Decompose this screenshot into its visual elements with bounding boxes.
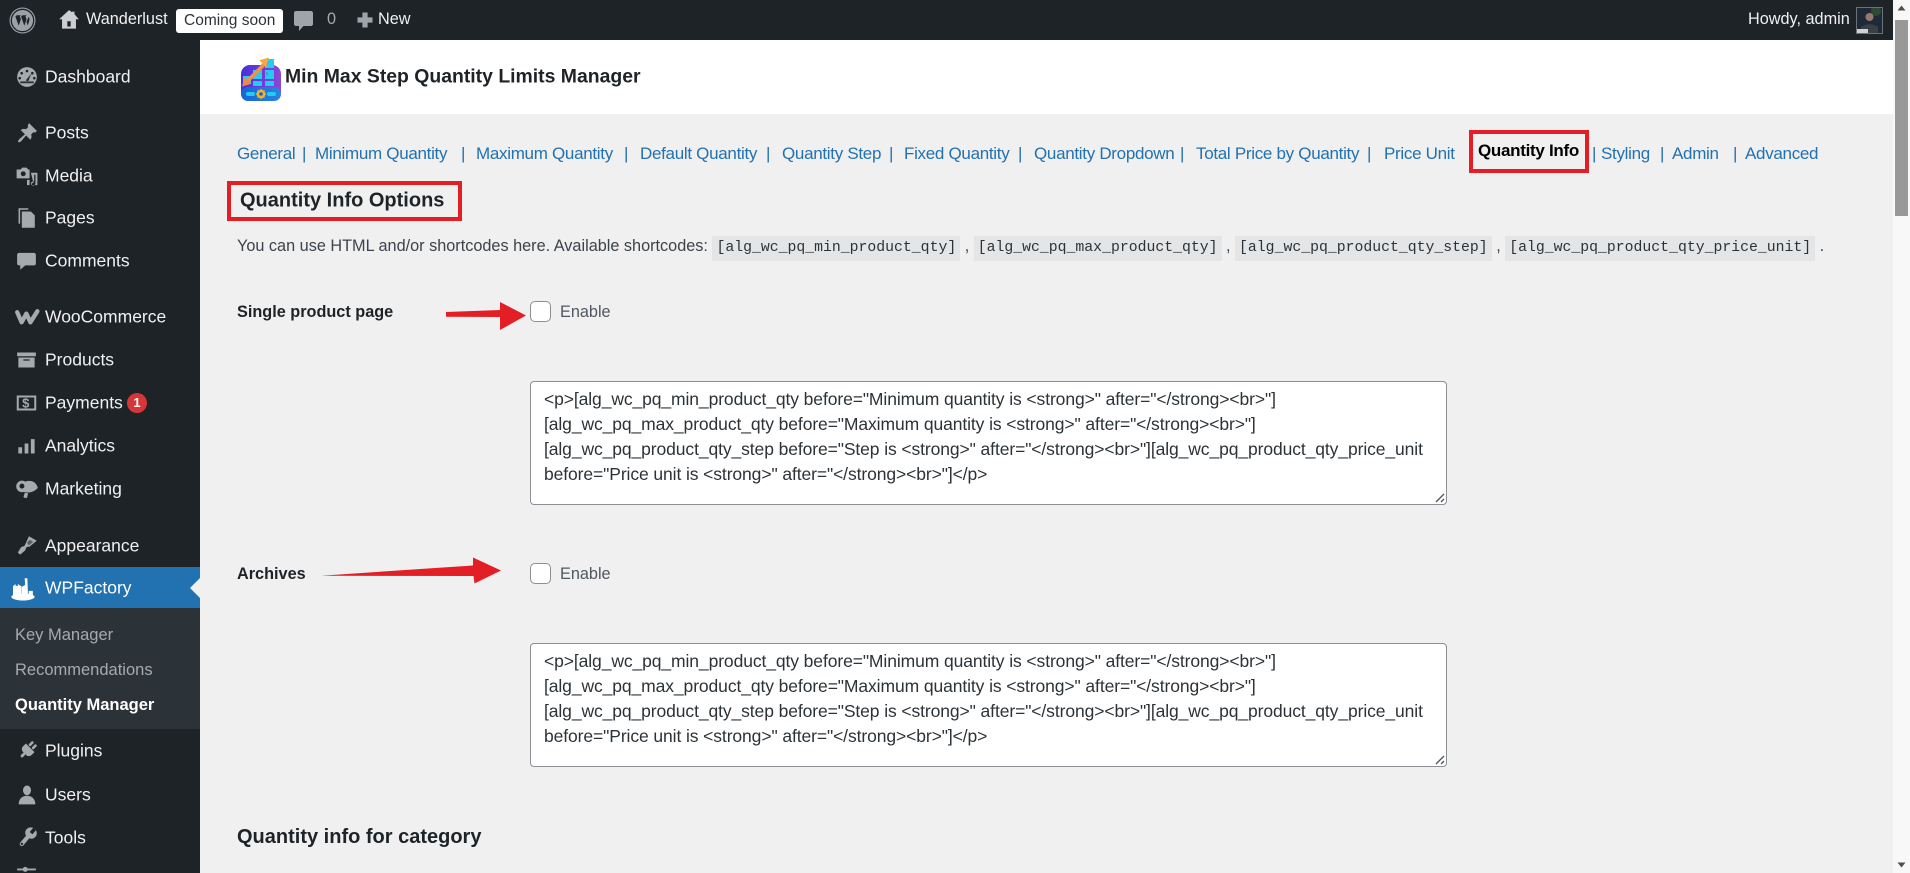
- svg-text:$: $: [22, 396, 30, 411]
